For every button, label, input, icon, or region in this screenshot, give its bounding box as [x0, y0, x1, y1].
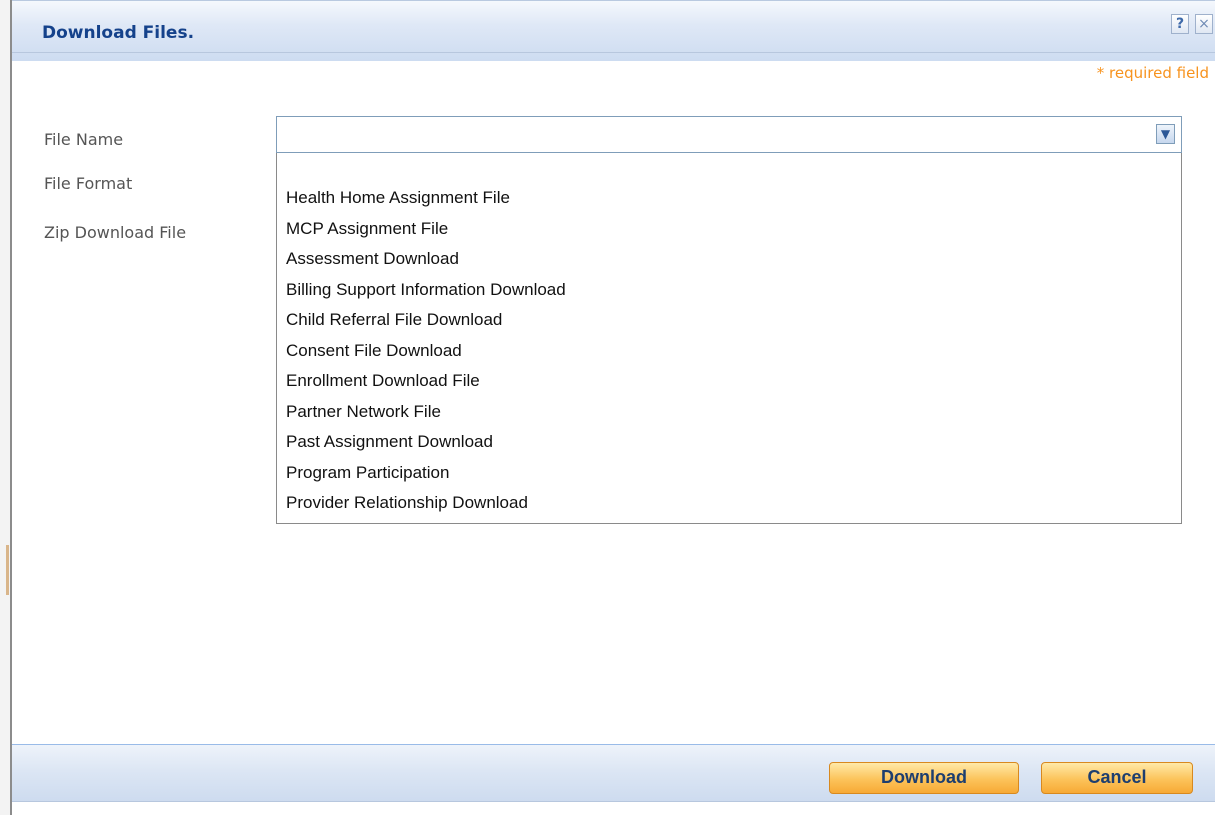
background-strip [0, 0, 10, 815]
footer-edge [12, 801, 1215, 816]
dropdown-option[interactable]: Consent File Download [286, 341, 462, 361]
download-files-dialog: Download Files. ? × * required field Fil… [10, 0, 1215, 816]
chevron-down-icon[interactable]: ▼ [1156, 124, 1175, 144]
close-icon[interactable]: × [1195, 14, 1213, 34]
file-name-select[interactable]: ▼ [276, 116, 1182, 153]
header-divider [12, 52, 1215, 53]
dropdown-option[interactable]: Provider Relationship Download [286, 493, 528, 513]
help-icon[interactable]: ? [1171, 14, 1189, 34]
dropdown-option[interactable]: Program Participation [286, 463, 449, 483]
file-format-label: File Format [44, 174, 133, 193]
dropdown-option[interactable]: Health Home Assignment File [286, 188, 510, 208]
zip-download-file-label: Zip Download File [44, 223, 187, 242]
dialog-header: Download Files. ? × [12, 0, 1215, 61]
file-name-dropdown-list: Health Home Assignment File MCP Assignme… [276, 153, 1182, 524]
dialog-footer [12, 744, 1215, 802]
dropdown-option[interactable]: Assessment Download [286, 249, 459, 269]
download-button[interactable]: Download [829, 762, 1019, 794]
dropdown-option[interactable]: Enrollment Download File [286, 371, 480, 391]
dropdown-option[interactable]: Past Assignment Download [286, 432, 493, 452]
required-field-note: * required field [1096, 64, 1209, 82]
dropdown-option[interactable]: Partner Network File [286, 402, 441, 422]
cancel-button[interactable]: Cancel [1041, 762, 1193, 794]
background-mark [6, 545, 9, 595]
dropdown-option[interactable]: Billing Support Information Download [286, 280, 566, 300]
file-name-label: File Name [44, 130, 124, 149]
dialog-title: Download Files. [42, 23, 195, 43]
dropdown-option[interactable]: MCP Assignment File [286, 219, 448, 239]
dropdown-option[interactable]: Child Referral File Download [286, 310, 502, 330]
